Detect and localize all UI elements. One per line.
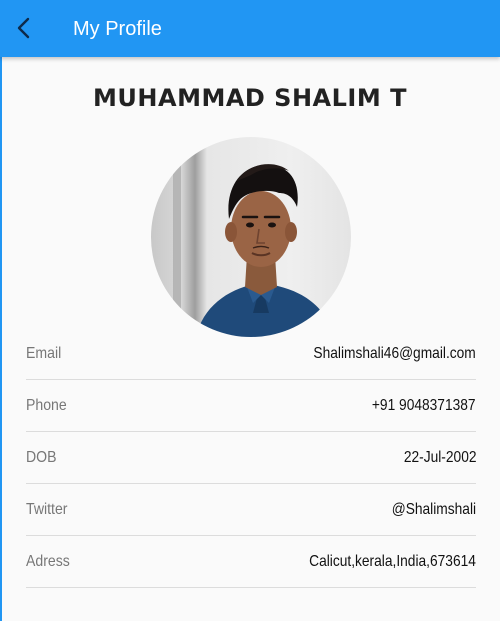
back-button[interactable] (6, 10, 42, 46)
phone-label: Phone (26, 396, 67, 414)
twitter-value: @Shalimshali (391, 500, 476, 518)
detail-row-twitter: Twitter @Shalimshali (26, 484, 476, 536)
dob-value: 22-Jul-2002 (403, 448, 476, 466)
app-bar: My Profile (0, 0, 500, 57)
address-label: Adress (26, 552, 70, 570)
email-value: Shalimshali46@gmail.com (313, 344, 476, 362)
profile-photo (151, 137, 351, 337)
detail-row-address: Adress Calicut,kerala,India,673614 (26, 536, 476, 588)
page-title: My Profile (73, 18, 162, 40)
address-value: Calicut,kerala,India,673614 (309, 552, 476, 570)
profile-details-list: Email Shalimshali46@gmail.com Phone +91 … (26, 328, 476, 588)
avatar (151, 137, 351, 337)
detail-row-phone: Phone +91 9048371387 (26, 380, 476, 432)
detail-row-email: Email Shalimshali46@gmail.com (26, 328, 476, 380)
dob-label: DOB (26, 448, 57, 466)
detail-row-dob: DOB 22-Jul-2002 (26, 432, 476, 484)
email-label: Email (26, 344, 62, 362)
phone-value: +91 9048371387 (372, 396, 476, 414)
twitter-label: Twitter (26, 500, 68, 518)
chevron-left-icon (17, 17, 30, 39)
profile-name: MUHAMMAD SHALIM T (93, 84, 407, 112)
